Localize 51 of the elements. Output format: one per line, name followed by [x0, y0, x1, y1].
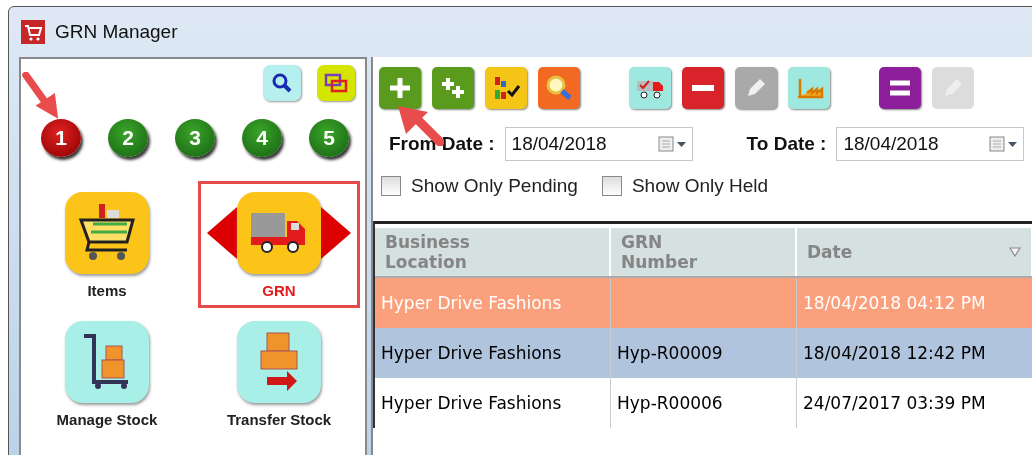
page-number-button[interactable]: 2: [108, 119, 148, 157]
column-header[interactable]: GRN Number: [611, 228, 797, 276]
module-label: Transfer Stock: [226, 411, 332, 428]
checkbox[interactable]: [601, 176, 622, 196]
from-date-field[interactable]: 18/04/2018: [504, 127, 693, 161]
calendar-dropdown-icon: [657, 135, 688, 153]
page-number-button[interactable]: 3: [175, 119, 215, 157]
right-triangle-icon: [321, 207, 351, 259]
checkbox-label: Show Only Held: [631, 175, 769, 197]
windows-button[interactable]: [317, 65, 355, 101]
cart-icon: [21, 20, 45, 44]
column-header[interactable]: Date: [797, 228, 1032, 276]
table-cell: 18/04/2018 04:12 PM: [803, 293, 986, 313]
table-cell: 24/07/2017 03:39 PM: [803, 393, 986, 413]
page-number-button[interactable]: 1: [41, 119, 81, 157]
module-label: Manage Stock: [56, 411, 158, 428]
search-icon: [271, 72, 293, 94]
table-cell: Hyper Drive Fashions: [381, 343, 562, 363]
module-item[interactable]: Manage Stock: [26, 310, 188, 437]
magnifier-icon: [544, 73, 574, 103]
table-row[interactable]: Hyper Drive Fashions Hyp-R00009 18/04/2018 12:42 PM: [375, 328, 1032, 378]
module-item[interactable]: Transfer Stock: [198, 310, 360, 437]
toolbar-button[interactable]: [538, 67, 580, 109]
minus-icon: [692, 85, 714, 91]
module-label: GRN: [262, 282, 296, 299]
window-title: GRN Manager: [55, 21, 178, 43]
table-cell: Hyp-R00009: [617, 343, 723, 363]
toolbar-button[interactable]: [485, 67, 527, 109]
to-date-label: To Date :: [746, 133, 827, 155]
to-date-field[interactable]: 18/04/2018: [836, 127, 1025, 161]
table-cell: 18/04/2018 12:42 PM: [803, 343, 986, 363]
table-cell: Hyper Drive Fashions: [381, 293, 562, 313]
module-label: Items: [87, 282, 127, 299]
calendar-dropdown-icon: [989, 135, 1020, 153]
checkbox-label: Show Only Pending: [411, 175, 578, 197]
module-item[interactable]: Items: [26, 181, 188, 308]
left-triangle-icon: [207, 207, 237, 259]
toolbar-button[interactable]: [879, 67, 921, 109]
toolbar-button[interactable]: [629, 67, 671, 109]
boxes-arrow-icon: [259, 331, 299, 393]
column-header[interactable]: Business Location: [375, 228, 611, 276]
page-number-button[interactable]: 5: [309, 119, 349, 157]
search-button[interactable]: [263, 65, 301, 101]
checkbox[interactable]: [381, 176, 401, 196]
toolbar-button[interactable]: [682, 67, 724, 109]
from-date-label: From Date :: [389, 133, 495, 155]
page-number-button[interactable]: 4: [242, 119, 282, 157]
table-cell: Hyper Drive Fashions: [381, 393, 562, 413]
table-cell: Hyp-R00006: [617, 393, 723, 413]
windows-icon: [324, 72, 348, 94]
selected-module-frame[interactable]: GRN: [198, 181, 360, 308]
